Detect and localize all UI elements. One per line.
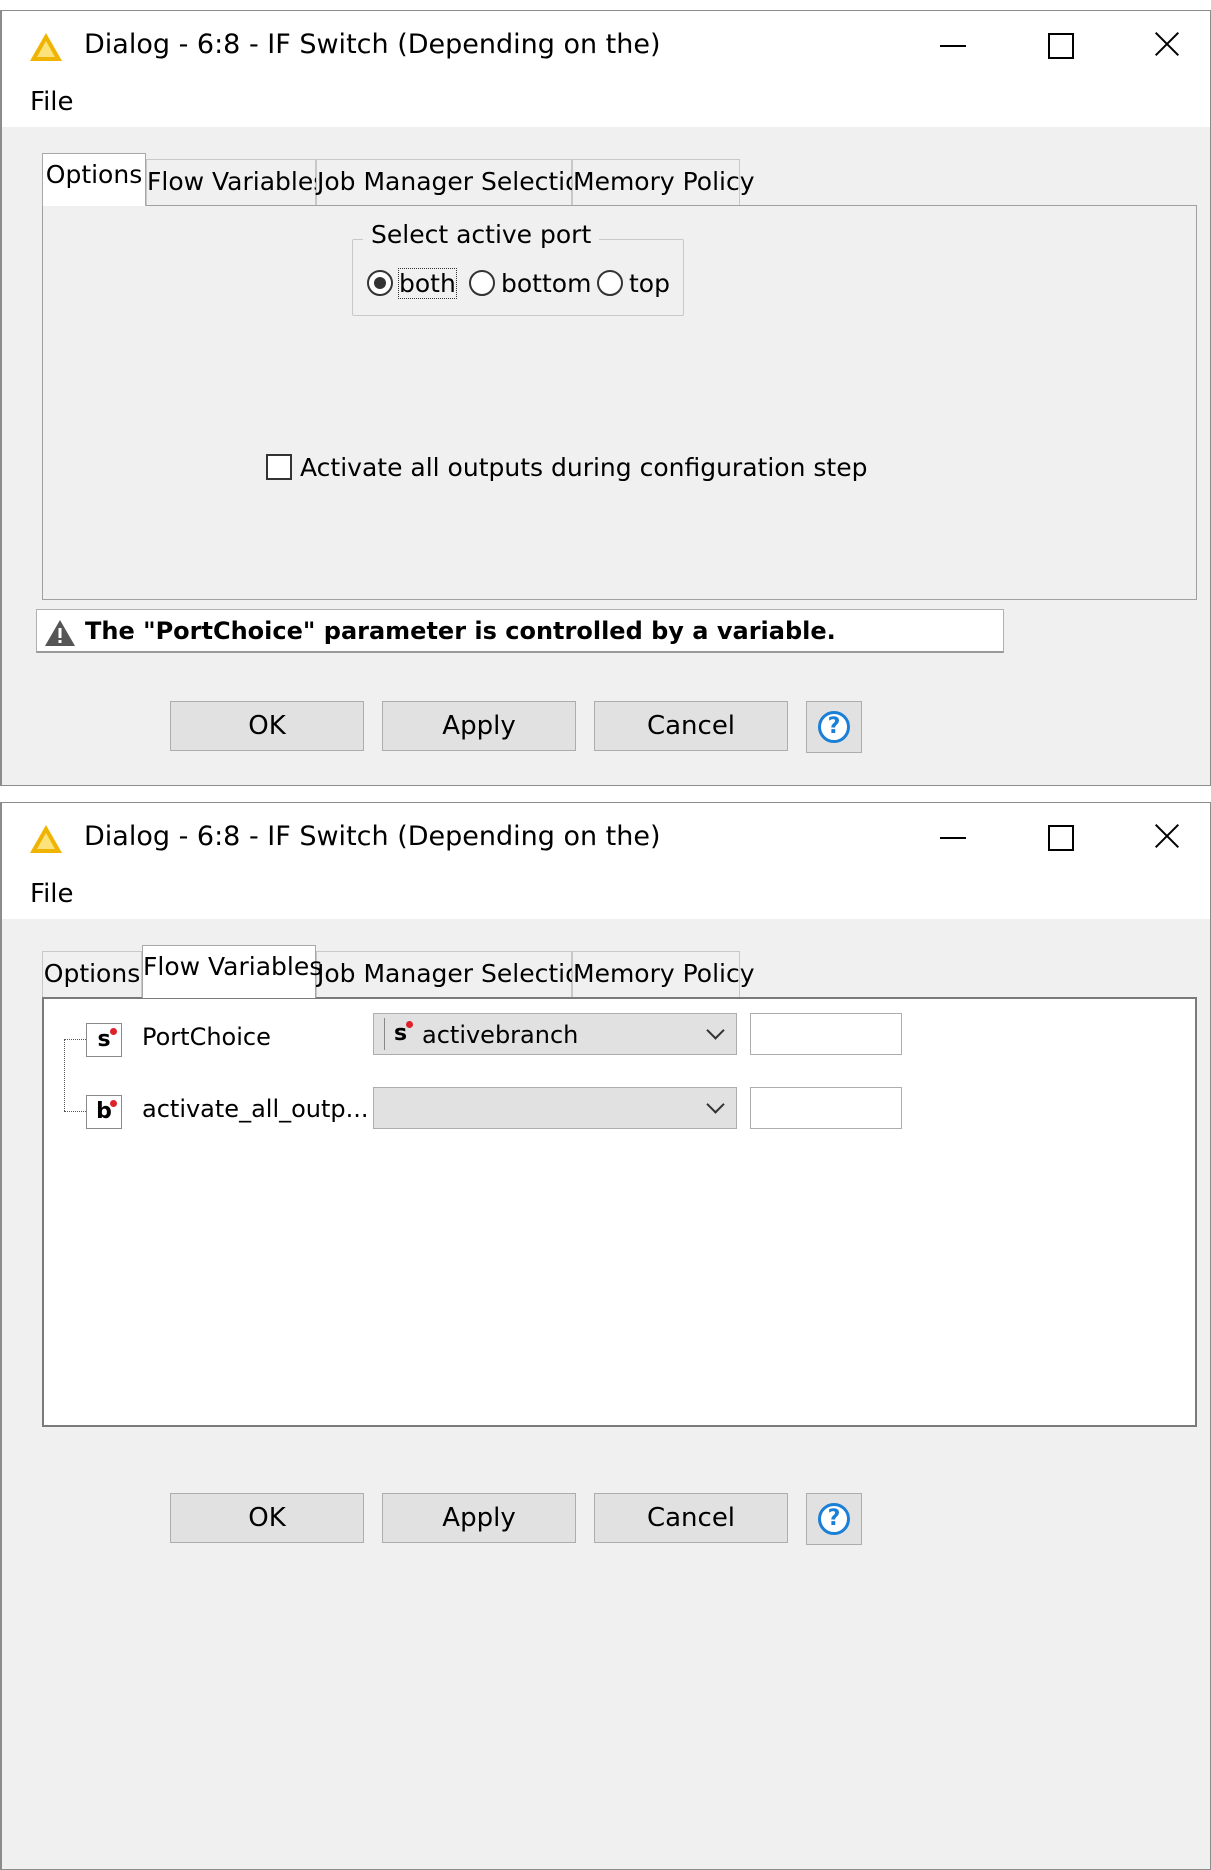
chevron-down-icon[interactable] bbox=[706, 1098, 724, 1116]
string-variable-icon: s bbox=[86, 1023, 122, 1057]
close-button[interactable] bbox=[1136, 813, 1196, 859]
radio-label: bottom bbox=[501, 268, 592, 298]
string-variable-icon: s bbox=[384, 1018, 416, 1050]
warning-text: The "PortChoice" parameter is controlled… bbox=[85, 617, 836, 645]
dialog-window-options: Dialog - 6:8 - IF Switch (Depending on t… bbox=[0, 10, 1211, 786]
tab-job-manager-selection[interactable]: Job Manager Selection bbox=[316, 951, 596, 997]
radio-top[interactable]: top bbox=[597, 267, 670, 301]
radio-button[interactable] bbox=[367, 270, 393, 296]
radio-both[interactable]: both bbox=[367, 267, 457, 301]
title-bar[interactable]: Dialog - 6:8 - IF Switch (Depending on t… bbox=[2, 803, 1210, 869]
help-icon: ? bbox=[818, 711, 850, 743]
radio-label: both bbox=[398, 267, 457, 299]
warning-icon bbox=[45, 620, 75, 646]
maximize-button[interactable] bbox=[1028, 813, 1088, 859]
checkbox-label: Activate all outputs during configuratio… bbox=[300, 452, 868, 482]
ok-button[interactable]: OK bbox=[170, 1493, 364, 1543]
maximize-button[interactable] bbox=[1028, 21, 1088, 67]
tab-strip: Options Flow Variables Job Manager Selec… bbox=[42, 945, 1042, 998]
close-button[interactable] bbox=[1136, 21, 1196, 67]
menu-bar: File bbox=[2, 77, 1210, 127]
radio-bottom[interactable]: bottom bbox=[469, 267, 591, 301]
tree-connector bbox=[64, 1039, 65, 1111]
menu-file[interactable]: File bbox=[30, 87, 74, 117]
apply-button[interactable]: Apply bbox=[382, 1493, 576, 1543]
activate-all-outputs-checkbox[interactable]: Activate all outputs during configuratio… bbox=[266, 451, 867, 482]
badge-letter: s bbox=[97, 1027, 111, 1052]
variable-text-field[interactable] bbox=[750, 1087, 902, 1129]
tab-job-manager-selection[interactable]: Job Manager Selection bbox=[316, 159, 596, 205]
radio-button[interactable] bbox=[597, 270, 623, 296]
radio-button[interactable] bbox=[469, 270, 495, 296]
chevron-down-icon[interactable] bbox=[706, 1024, 724, 1042]
cancel-button[interactable]: Cancel bbox=[594, 701, 788, 751]
variable-name: activate_all_outp... bbox=[142, 1095, 369, 1123]
variable-warning-bar: The "PortChoice" parameter is controlled… bbox=[36, 609, 1004, 653]
flow-variables-panel: s PortChoice s activebranch b activate_a… bbox=[42, 997, 1197, 1427]
radio-label: top bbox=[629, 268, 670, 298]
group-title: Select active port bbox=[363, 220, 600, 249]
menu-bar: File bbox=[2, 869, 1210, 919]
tab-flow-variables[interactable]: Flow Variables bbox=[146, 159, 326, 205]
menu-file[interactable]: File bbox=[30, 879, 74, 909]
select-active-port-group: Select active port both bottom top bbox=[352, 220, 684, 316]
minimize-button[interactable] bbox=[920, 21, 980, 67]
window-title: Dialog - 6:8 - IF Switch (Depending on t… bbox=[84, 29, 661, 60]
variable-name: PortChoice bbox=[142, 1023, 271, 1051]
ok-button[interactable]: OK bbox=[170, 701, 364, 751]
boolean-variable-icon: b bbox=[86, 1095, 122, 1129]
apply-button[interactable]: Apply bbox=[382, 701, 576, 751]
tree-connector bbox=[64, 1111, 86, 1112]
variable-select-portchoice[interactable]: s activebranch bbox=[373, 1013, 737, 1055]
tab-options[interactable]: Options bbox=[42, 153, 146, 206]
title-bar[interactable]: Dialog - 6:8 - IF Switch (Depending on t… bbox=[2, 11, 1210, 77]
minimize-button[interactable] bbox=[920, 813, 980, 859]
help-icon: ? bbox=[818, 1503, 850, 1535]
window-title: Dialog - 6:8 - IF Switch (Depending on t… bbox=[84, 821, 661, 852]
knime-warning-triangle-icon bbox=[30, 33, 62, 61]
selected-variable: activebranch bbox=[422, 1021, 579, 1049]
tree-connector bbox=[64, 1039, 86, 1040]
tab-memory-policy[interactable]: Memory Policy bbox=[572, 159, 755, 205]
dialog-window-flow-variables: Dialog - 6:8 - IF Switch (Depending on t… bbox=[0, 802, 1211, 1870]
checkbox-box[interactable] bbox=[266, 454, 292, 480]
tab-strip: Options Flow Variables Job Manager Selec… bbox=[42, 153, 1042, 206]
help-button[interactable]: ? bbox=[806, 1493, 862, 1545]
tab-flow-variables[interactable]: Flow Variables bbox=[142, 945, 322, 998]
tab-memory-policy[interactable]: Memory Policy bbox=[572, 951, 755, 997]
knime-warning-triangle-icon bbox=[30, 825, 62, 853]
tab-options[interactable]: Options bbox=[42, 951, 142, 997]
variable-select-activate-all-outputs[interactable] bbox=[373, 1087, 737, 1129]
cancel-button[interactable]: Cancel bbox=[594, 1493, 788, 1543]
help-button[interactable]: ? bbox=[806, 701, 862, 753]
variable-text-field[interactable] bbox=[750, 1013, 902, 1055]
